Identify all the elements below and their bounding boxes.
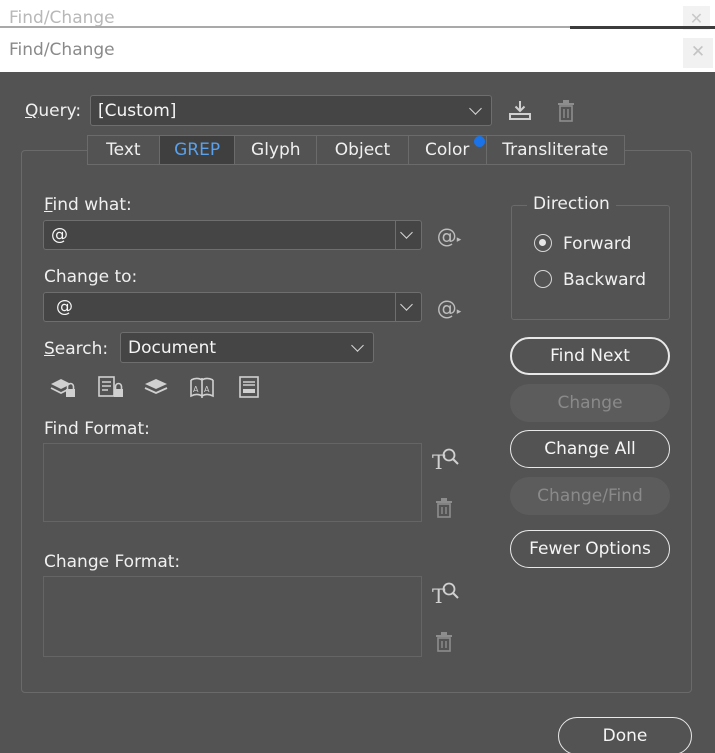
tab-object[interactable]: Object [317, 136, 409, 164]
chevron-down-icon[interactable] [400, 298, 413, 311]
close-button[interactable]: ✕ [683, 38, 713, 68]
tab-transliterate[interactable]: Transliterate [487, 136, 624, 164]
change-format-label: Change Format: [44, 552, 181, 572]
find-what-input[interactable]: @ [43, 220, 422, 250]
master-pages-icon[interactable]: AA [187, 373, 217, 401]
query-label: Query: [25, 101, 82, 121]
search-scope-value: Document [128, 337, 217, 358]
find-format-label: Find Format: [44, 419, 150, 439]
notification-dot [474, 136, 485, 147]
dialog-title: Find/Change [9, 40, 115, 60]
trash-icon[interactable] [553, 98, 579, 124]
direction-group [511, 205, 670, 320]
trash-icon[interactable] [433, 630, 455, 654]
hidden-layers-icon[interactable] [142, 374, 170, 400]
change-to-value: @ [56, 297, 73, 317]
find-what-label: Find what: [44, 195, 132, 215]
locked-layers-icon[interactable] [48, 374, 78, 400]
done-button[interactable]: Done [558, 717, 692, 753]
save-query-icon[interactable] [505, 97, 535, 125]
combo-divider [395, 221, 396, 249]
radio-selected-dot [539, 239, 546, 246]
format-search-icon[interactable]: T [429, 444, 461, 474]
chevron-down-icon [351, 339, 364, 352]
footnotes-icon[interactable] [235, 374, 263, 400]
search-scope-dropdown[interactable]: Document [120, 332, 374, 363]
backward-label[interactable]: Backward [563, 270, 646, 290]
forward-radio[interactable] [534, 234, 552, 252]
backward-radio[interactable] [534, 270, 552, 288]
change-find-button[interactable]: Change/Find [510, 477, 670, 515]
direction-legend: Direction [527, 194, 616, 214]
search-type-tabs: Text GREP Glyph Object Color Translitera… [87, 135, 625, 165]
change-all-button[interactable]: Change All [510, 430, 670, 468]
chevron-down-icon[interactable] [400, 226, 413, 239]
find-what-value: @ [51, 225, 68, 245]
change-format-box[interactable] [43, 576, 422, 657]
change-to-input[interactable]: @ [43, 292, 422, 322]
tab-grep[interactable]: GREP [159, 136, 236, 164]
locked-stories-icon[interactable] [96, 374, 126, 400]
find-next-button[interactable]: Find Next [510, 337, 670, 375]
at-sign-icon[interactable]: @ ▸ [434, 295, 464, 321]
search-label: Search: [44, 339, 109, 359]
change-button[interactable]: Change [510, 384, 670, 422]
tab-text[interactable]: Text [88, 136, 160, 164]
svg-text:A: A [193, 385, 199, 394]
format-search-icon[interactable]: T [429, 578, 461, 608]
svg-text:A: A [204, 385, 210, 394]
at-sign-icon[interactable]: @ ▸ [434, 223, 464, 249]
fewer-options-button[interactable]: Fewer Options [510, 530, 670, 568]
change-to-label: Change to: [44, 267, 138, 287]
query-dropdown[interactable]: [Custom] [90, 95, 492, 126]
forward-label[interactable]: Forward [563, 234, 631, 254]
tab-glyph[interactable]: Glyph [235, 136, 318, 164]
background-window-title: Find/Change [9, 8, 115, 28]
trash-icon[interactable] [433, 496, 455, 520]
chevron-down-icon [469, 102, 482, 115]
background-window-edge [570, 26, 715, 29]
query-value: [Custom] [98, 100, 177, 121]
combo-divider [395, 293, 396, 321]
find-format-box[interactable] [43, 443, 422, 522]
